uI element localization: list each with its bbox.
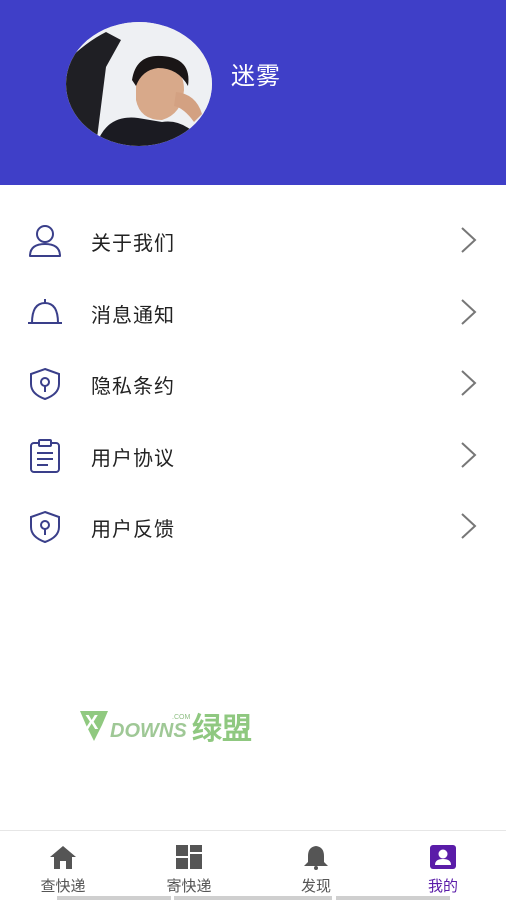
settings-menu: 关于我们 消息通知 隐私条约 用户协议 用户反馈 xyxy=(0,205,506,563)
chevron-right-icon xyxy=(461,441,477,468)
chevron-right-icon xyxy=(461,298,477,325)
shield-icon xyxy=(30,367,60,401)
bottom-tab-bar: 查快递 寄快递 发现 我的 xyxy=(0,830,506,900)
watermark-logo: X DOWNS .COM 绿盟 xyxy=(80,711,252,745)
home-indicator-segment xyxy=(174,896,332,900)
tab-mine[interactable]: 我的 xyxy=(380,831,506,900)
menu-item-user-feedback[interactable]: 用户反馈 xyxy=(0,491,506,563)
menu-item-label: 消息通知 xyxy=(91,302,175,327)
chevron-right-icon xyxy=(461,227,477,253)
watermark-prefix: X xyxy=(85,712,99,734)
username: 迷雾 xyxy=(231,62,281,90)
tab-query-express[interactable]: 查快递 xyxy=(0,831,126,900)
user-icon xyxy=(29,225,61,257)
menu-item-label: 隐私条约 xyxy=(91,374,175,398)
chevron-right-icon xyxy=(461,370,477,396)
bell-icon xyxy=(304,846,328,870)
shield-icon xyxy=(30,510,60,544)
home-indicator-segment xyxy=(336,896,450,900)
watermark-brand: DOWNS xyxy=(110,720,187,742)
menu-item-label: 用户协议 xyxy=(91,445,175,470)
tab-label: 发现 xyxy=(300,877,331,895)
bell-icon xyxy=(28,298,62,324)
menu-item-user-agreement[interactable]: 用户协议 xyxy=(0,420,506,492)
chevron-right-icon xyxy=(461,513,477,539)
profile-icon xyxy=(430,845,456,869)
avatar[interactable] xyxy=(66,22,212,146)
menu-item-privacy-policy[interactable]: 隐私条约 xyxy=(0,348,506,420)
menu-item-notifications[interactable]: 消息通知 xyxy=(0,277,506,349)
tab-label: 我的 xyxy=(427,877,458,895)
menu-item-label: 用户反馈 xyxy=(91,517,175,541)
watermark-domain: .COM xyxy=(172,714,190,721)
tab-label: 寄快递 xyxy=(166,877,212,895)
menu-item-about-us[interactable]: 关于我们 xyxy=(0,205,506,277)
menu-item-label: 关于我们 xyxy=(91,231,175,255)
watermark-suffix: 绿盟 xyxy=(192,712,252,745)
profile-header: 迷雾 xyxy=(0,0,506,185)
home-indicator-segment xyxy=(57,896,171,900)
tab-send-express[interactable]: 寄快递 xyxy=(126,831,252,900)
home-icon xyxy=(50,846,76,869)
clipboard-icon xyxy=(30,438,60,473)
grid-icon xyxy=(176,845,202,869)
tab-discover[interactable]: 发现 xyxy=(253,831,379,900)
tab-label: 查快递 xyxy=(40,877,86,895)
